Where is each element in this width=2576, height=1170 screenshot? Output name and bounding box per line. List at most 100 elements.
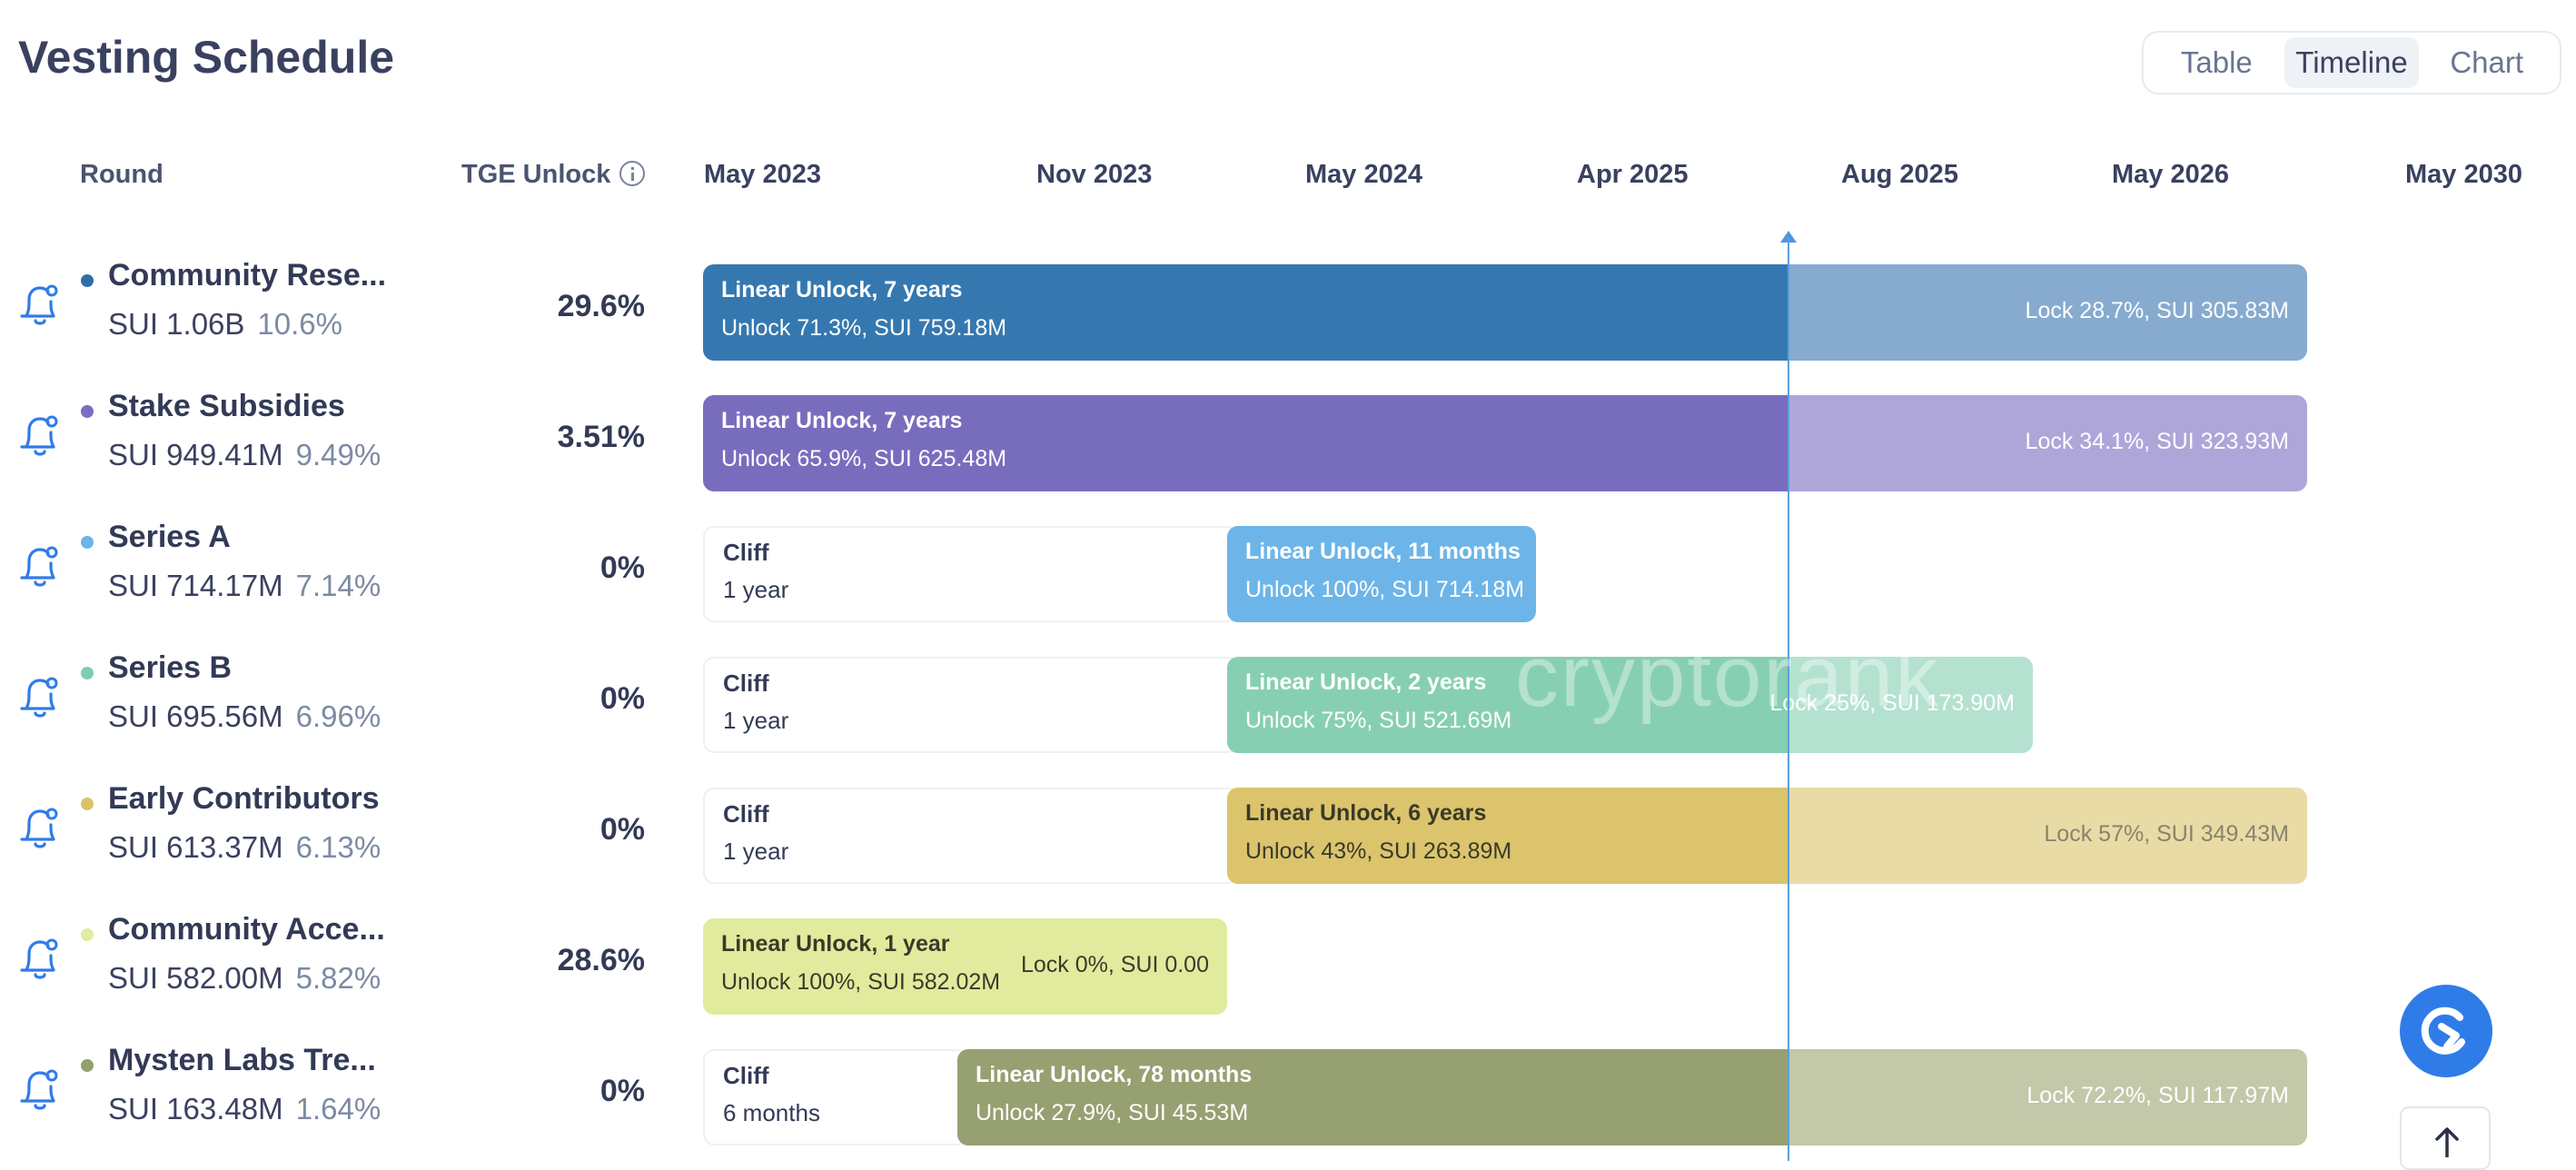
round-name[interactable]: Stake Subsidies <box>108 389 345 424</box>
unlock-amount: Unlock 71.3%, SUI 759.18M <box>721 315 1007 341</box>
cliff-duration: 1 year <box>723 707 789 734</box>
unlock-type: Linear Unlock, 2 years <box>1245 669 1487 695</box>
info-icon[interactable] <box>619 161 646 186</box>
tge-unlock-value: 0% <box>599 550 645 585</box>
vesting-row: Mysten Labs Tre... SUI 163.48M 1.64% 0% Clif… <box>0 1032 2576 1163</box>
unlock-amount: Unlock 65.9%, SUI 625.48M <box>721 446 1007 471</box>
round-supply-percent: 1.64% <box>295 1092 381 1125</box>
lock-amount: Lock 72.2%, SUI 117.97M <box>2026 1083 2289 1108</box>
cliff-bar[interactable]: Cliff 1 year <box>703 657 1238 753</box>
bell-icon[interactable] <box>18 280 62 331</box>
lock-amount: Lock 28.7%, SUI 305.83M <box>2025 298 2289 323</box>
cliff-label: Cliff <box>723 800 769 828</box>
round-amount-value: SUI 695.56M <box>108 699 283 733</box>
round-amount: SUI 613.37M 6.13% <box>108 830 381 865</box>
table-view-button[interactable]: Table <box>2149 37 2284 88</box>
cliff-duration: 1 year <box>723 838 789 865</box>
round-color-dot <box>81 667 94 679</box>
round-color-dot <box>81 536 94 549</box>
vesting-row: Stake Subsidies SUI 949.41M 9.49% 3.51% Line… <box>0 378 2576 509</box>
cliff-bar[interactable]: Cliff 6 months <box>703 1049 968 1145</box>
round-supply-percent: 7.14% <box>295 569 381 602</box>
unlock-bar[interactable]: Linear Unlock, 78 months Unlock 27.9%, SU… <box>957 1049 2307 1145</box>
lock-amount: Lock 57%, SUI 349.43M <box>2044 821 2289 847</box>
unlock-bar[interactable]: Linear Unlock, 11 months Unlock 100%, SUI… <box>1227 526 1536 622</box>
round-color-dot <box>81 1059 94 1072</box>
round-name[interactable]: Community Rese... <box>108 258 386 293</box>
unlock-bar[interactable]: Linear Unlock, 6 years Unlock 43%, SUI 26… <box>1227 788 2307 884</box>
tge-unlock-value: 0% <box>599 681 645 716</box>
bell-icon[interactable] <box>18 411 62 461</box>
round-name[interactable]: Early Contributors <box>108 781 379 817</box>
tge-unlock-value: 3.51% <box>557 420 645 454</box>
cliff-duration: 6 months <box>723 1099 820 1126</box>
round-name[interactable]: Mysten Labs Tre... <box>108 1043 376 1078</box>
unlock-type: Linear Unlock, 7 years <box>721 277 963 302</box>
round-supply-percent: 9.49% <box>295 438 381 471</box>
current-date-line <box>1788 238 1789 1161</box>
lock-amount: Lock 0%, SUI 0.00 <box>1020 952 1209 977</box>
tge-unlock-value: 0% <box>599 1074 645 1108</box>
bell-icon[interactable] <box>18 1065 62 1115</box>
unlock-amount: Unlock 75%, SUI 521.69M <box>1245 708 1512 733</box>
cliff-label: Cliff <box>723 1062 769 1089</box>
tge-unlock-column-header: TGE Unlock <box>461 160 646 190</box>
cliff-bar[interactable]: Cliff 1 year <box>703 788 1238 884</box>
unlock-amount: Unlock 100%, SUI 714.18M <box>1245 577 1525 602</box>
unlock-type: Linear Unlock, 6 years <box>1245 800 1487 826</box>
unlock-type: Linear Unlock, 11 months <box>1245 539 1521 564</box>
timeline-label: May 2023 <box>704 160 821 189</box>
vesting-row: Community Rese... SUI 1.06B 10.6% 29.6% Line… <box>0 247 2576 378</box>
round-name[interactable]: Community Acce... <box>108 912 385 947</box>
timeline-label: Nov 2023 <box>1036 160 1153 189</box>
vesting-row: Series A SUI 714.17M 7.14% 0% Cliff 1 year Lin… <box>0 509 2576 640</box>
round-amount-value: SUI 714.17M <box>108 569 283 602</box>
round-name[interactable]: Series B <box>108 650 232 686</box>
view-toggle: Table Timeline Chart <box>2142 31 2561 94</box>
tge-unlock-value: 28.6% <box>557 943 645 977</box>
round-color-dot <box>81 405 94 418</box>
tge-unlock-value: 0% <box>599 812 645 847</box>
cliff-label: Cliff <box>723 669 769 697</box>
round-column-header: Round <box>80 160 163 189</box>
lock-amount: Lock 34.1%, SUI 323.93M <box>2025 429 2289 454</box>
cryptorank-logo-button[interactable] <box>2400 985 2492 1077</box>
cryptorank-logo-icon <box>2421 1006 2465 1055</box>
unlock-amount: Unlock 43%, SUI 263.89M <box>1245 838 1512 864</box>
lock-amount: Lock 25%, SUI 173.90M <box>1769 690 2015 716</box>
round-amount-value: SUI 582.00M <box>108 961 283 995</box>
unlock-bar[interactable]: Linear Unlock, 7 years Unlock 71.3%, SUI … <box>703 264 2307 361</box>
round-supply-percent: 6.13% <box>295 830 381 864</box>
round-amount: SUI 1.06B 10.6% <box>108 307 342 342</box>
unlock-type: Linear Unlock, 7 years <box>721 408 963 433</box>
unlock-bar[interactable]: Linear Unlock, 7 years Unlock 65.9%, SUI … <box>703 395 2307 491</box>
unlock-amount: Unlock 100%, SUI 582.02M <box>721 969 1001 995</box>
bell-icon[interactable] <box>18 672 62 723</box>
timeline-label: Apr 2025 <box>1577 160 1689 189</box>
round-supply-percent: 6.96% <box>295 699 381 733</box>
timeline-view-button[interactable]: Timeline <box>2284 37 2420 88</box>
cliff-duration: 1 year <box>723 576 789 603</box>
cliff-label: Cliff <box>723 539 769 566</box>
vesting-row: Community Acce... SUI 582.00M 5.82% 28.6% Li… <box>0 901 2576 1032</box>
cliff-bar[interactable]: Cliff 1 year <box>703 526 1238 622</box>
bell-icon[interactable] <box>18 934 62 985</box>
chart-view-button[interactable]: Chart <box>2419 37 2554 88</box>
round-supply-percent: 5.82% <box>295 961 381 995</box>
round-amount-value: SUI 1.06B <box>108 307 245 341</box>
timeline-label: May 2026 <box>2112 160 2229 189</box>
unlock-amount: Unlock 27.9%, SUI 45.53M <box>976 1100 1249 1125</box>
round-name[interactable]: Series A <box>108 520 231 555</box>
unlock-bar[interactable]: Linear Unlock, 1 year Unlock 100%, SUI 58… <box>703 918 1227 1015</box>
timeline-label: May 2030 <box>2405 160 2522 189</box>
unlock-bar[interactable]: Linear Unlock, 2 years Unlock 75%, SUI 52… <box>1227 657 2033 753</box>
vesting-row: Series B SUI 695.56M 6.96% 0% Cliff 1 year Lin… <box>0 640 2576 770</box>
round-color-dot <box>81 798 94 810</box>
arrow-up-icon <box>2435 1127 2459 1157</box>
round-supply-percent: 10.6% <box>257 307 342 341</box>
unlock-type: Linear Unlock, 1 year <box>721 931 950 957</box>
bell-icon[interactable] <box>18 803 62 854</box>
round-amount: SUI 714.17M 7.14% <box>108 569 381 603</box>
bell-icon[interactable] <box>18 541 62 592</box>
round-amount: SUI 582.00M 5.82% <box>108 961 381 996</box>
